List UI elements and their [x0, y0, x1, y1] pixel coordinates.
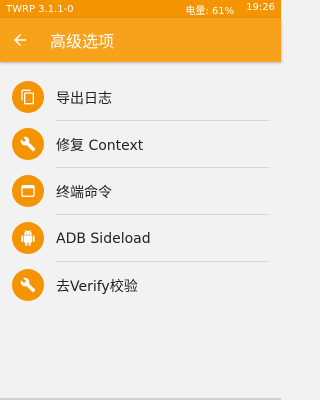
copy-icon: [12, 81, 44, 113]
list-item-terminal[interactable]: 终端命令: [0, 168, 281, 215]
status-time: 19:26: [246, 1, 275, 13]
terminal-icon: [12, 175, 44, 207]
list-item-label: 修复 Context: [56, 137, 144, 154]
list-item-label: 去Verify校验: [56, 278, 138, 295]
back-button[interactable]: [0, 18, 40, 62]
wrench-icon: [12, 269, 44, 301]
status-battery: 电量: 61%: [185, 5, 235, 17]
status-right: 电量: 61% 19:26: [185, 2, 275, 17]
list-item-label: 终端命令: [56, 184, 112, 201]
toolbar: 高级选项: [0, 18, 281, 62]
list-item-export-log[interactable]: 导出日志: [0, 74, 281, 121]
page-title: 高级选项: [50, 32, 115, 51]
list-item-adb-sideload[interactable]: ADB Sideload: [0, 215, 281, 262]
arrow-left-icon: [14, 34, 26, 46]
list-item-label: 导出日志: [56, 90, 112, 107]
status-bar: TWRP 3.1.1-0 电量: 61% 19:26: [0, 0, 281, 18]
list-item-label: ADB Sideload: [56, 230, 151, 247]
wrench-icon: [12, 128, 44, 160]
list-item-fix-context[interactable]: 修复 Context: [0, 121, 281, 168]
android-icon: [12, 222, 44, 254]
options-list: 导出日志 修复 Context 终端命令 ADB Sideload 去Verif…: [0, 74, 281, 309]
list-item-remove-verify[interactable]: 去Verify校验: [0, 262, 281, 309]
status-app-version: TWRP 3.1.1-0: [6, 3, 74, 15]
